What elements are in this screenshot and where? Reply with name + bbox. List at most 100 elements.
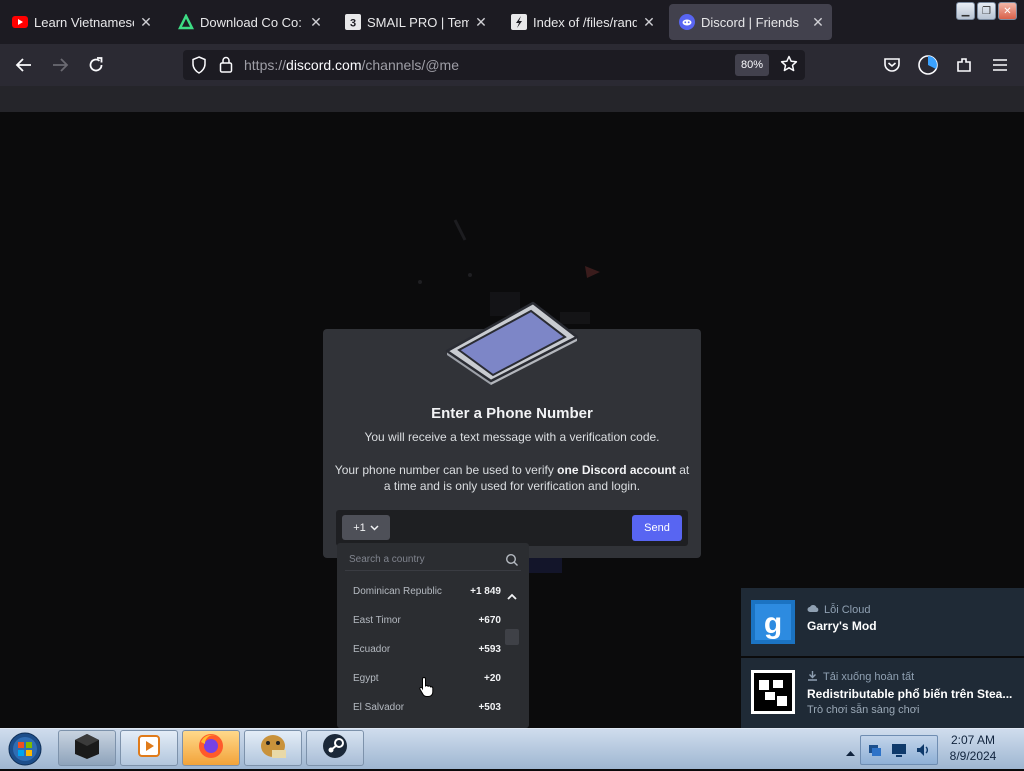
url-host: discord.com [286,57,362,73]
country-dial-code: +670 [478,615,501,626]
tab-title: Learn Vietnamese thr [34,14,134,30]
network-icon[interactable] [867,742,883,763]
country-list-scrollbar[interactable] [503,583,521,728]
zoom-level-badge[interactable]: 80% [735,54,770,76]
country-name: Egypt [353,673,379,684]
tab-close-icon[interactable]: ✕ [641,14,657,31]
tab-download-coco[interactable]: Download Co Co: Ma ✕ [168,4,330,40]
background-link-fragment [528,681,608,693]
url-bar[interactable]: https://discord.com/channels/@me 80% [183,50,805,80]
window-controls: ▁ ❐ ✕ [956,2,1017,20]
volume-icon[interactable] [915,742,931,763]
phone-number-modal: Enter a Phone Number You will receive a … [323,301,701,558]
close-window-button[interactable]: ✕ [998,2,1017,20]
restore-button[interactable]: ❐ [977,2,996,20]
windows-taskbar: 2:07 AM 8/9/2024 [0,728,1024,769]
country-name: Ecuador [353,644,391,655]
country-option[interactable]: Ecuador +593 [337,635,509,664]
url-path: /channels/@me [361,57,459,73]
media-player-icon [136,733,162,764]
garrys-mod-logo-icon: g [751,600,795,644]
steam-notification-download-complete[interactable]: Tải xuống hoàn tất Redistributable phổ b… [741,658,1024,728]
country-dropdown: Dominican Republic +1 849 East Timor +67… [337,543,529,728]
tab-smail-pro[interactable]: 3 SMAIL PRO | Temp m ✕ [335,4,495,40]
modal-title: Enter a Phone Number [431,405,593,422]
youtube-icon [12,14,28,30]
svg-text:g: g [764,607,782,640]
svg-text:3: 3 [350,18,356,30]
minimize-button[interactable]: ▁ [956,2,975,20]
shield-icon[interactable] [191,56,207,79]
back-arrow-icon[interactable] [12,53,36,77]
windows-start-orb-icon[interactable] [6,732,44,766]
url-text[interactable]: https://discord.com/channels/@me [244,57,459,73]
chevron-down-icon [370,522,379,534]
country-code-label: +1 [353,521,366,534]
country-dial-code: +593 [478,644,501,655]
browser-tab-strip: Learn Vietnamese thr ✕ Download Co Co: M… [0,0,1024,44]
scrollbar-thumb[interactable] [505,629,519,645]
desc-text: Your phone number can be used to verify [334,463,558,477]
country-option[interactable]: East Timor +670 [337,606,509,635]
tab-title: Discord | Friends [701,14,800,30]
cloud-icon [807,603,819,616]
tab-close-icon[interactable]: ✕ [308,14,324,31]
country-name: El Salvador [353,702,405,713]
country-search-input[interactable] [345,549,521,571]
pocket-icon[interactable] [880,53,904,77]
firefox-icon [197,732,225,765]
tab-learn-vietnamese[interactable]: Learn Vietnamese thr ✕ [2,4,160,40]
notification-heading-text: Lỗi Cloud [824,603,871,616]
smail-icon: 3 [345,14,361,30]
country-name: Dominican Republic [353,586,442,597]
monitor-icon[interactable] [891,742,907,763]
tab-title: SMAIL PRO | Temp m [367,14,469,30]
modal-subtitle: You will receive a text message with a v… [364,430,660,444]
send-button[interactable]: Send [632,515,682,541]
notification-game-name: Redistributable phổ biến trên Stea... [807,687,1013,701]
discord-icon [679,14,695,30]
country-option[interactable]: Dominican Republic +1 849 [337,577,509,606]
account-icon[interactable] [916,53,940,77]
steamworks-redistributable-icon [751,670,795,714]
tab-title: Index of /files/rando [533,14,637,30]
modal-description: Your phone number can be used to verify … [333,462,691,494]
menu-icon[interactable] [988,53,1012,77]
extensions-icon[interactable] [952,53,976,77]
tab-index-files[interactable]: Index of /files/rando ✕ [501,4,663,40]
country-dial-code: +20 [484,673,501,684]
tab-close-icon[interactable]: ✕ [473,14,489,31]
page-top-band [0,86,1024,112]
steam-notification-cloud-error[interactable]: g Lỗi Cloud Garry's Mod [741,588,1024,656]
url-prefix: https:// [244,57,287,73]
clock-time: 2:07 AM [950,733,996,747]
lock-icon[interactable] [219,56,233,78]
taskbar-app-terminal[interactable] [58,730,116,766]
smartphone-illustration-icon [445,301,579,390]
notification-heading: Tải xuống hoàn tất [807,670,914,684]
tab-close-icon[interactable]: ✕ [138,14,154,31]
notification-heading-text: Tải xuống hoàn tất [823,671,915,683]
scroll-up-chevron-icon[interactable] [507,587,517,605]
taskbar-app-sandbox[interactable] [244,730,302,766]
notification-subtext: Trò chơi sẵn sàng chơi [807,704,920,716]
reload-icon[interactable] [84,53,108,77]
taskbar-app-media-player[interactable] [120,730,178,766]
taskbar-app-firefox[interactable] [182,730,240,766]
country-code-button[interactable]: +1 [342,515,390,540]
bookmark-star-icon[interactable] [780,55,798,78]
clock-date: 8/9/2024 [949,749,997,763]
download-icon [807,670,818,684]
file-index-icon [511,14,527,30]
phone-input-row: +1 Send [336,510,688,546]
tab-close-icon[interactable]: ✕ [810,14,826,31]
forward-arrow-icon[interactable] [48,53,72,77]
country-list: Dominican Republic +1 849 East Timor +67… [337,577,509,722]
taskbar-clock[interactable]: 2:07 AM 8/9/2024 [936,732,1010,764]
show-hidden-icons-arrow-icon[interactable] [846,744,855,762]
tab-discord-friends[interactable]: Discord | Friends ✕ [669,4,832,40]
country-name: East Timor [353,615,401,626]
phone-number-input[interactable] [398,516,632,542]
desc-bold-text: one Discord account [557,463,676,477]
taskbar-app-steam[interactable] [306,730,364,766]
